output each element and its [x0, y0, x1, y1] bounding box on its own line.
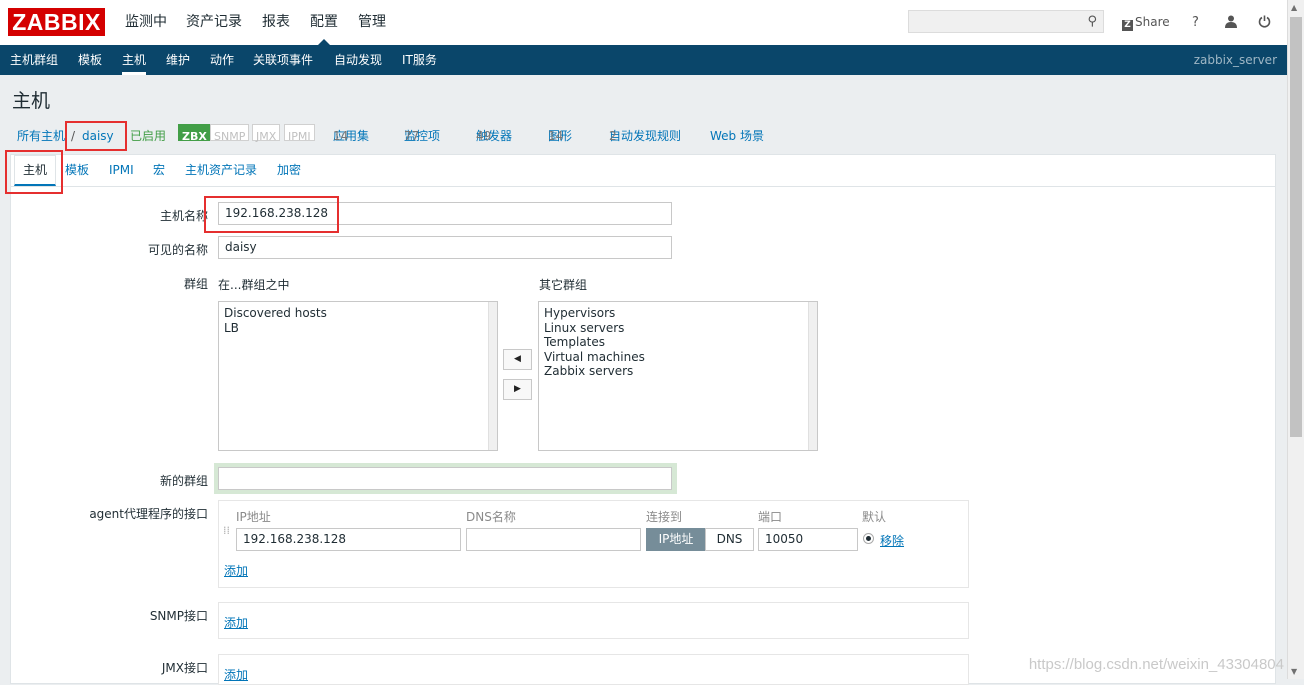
list-item[interactable]: Virtual machines: [544, 350, 812, 365]
jmx-interfaces-label: JMX接口: [161, 661, 208, 675]
col-default-header: 默认: [862, 510, 887, 524]
search-input[interactable]: ⚲: [908, 10, 1104, 33]
default-radio[interactable]: [863, 533, 874, 544]
radio-dot: [866, 536, 871, 541]
badge-zbx: ZBX: [178, 124, 211, 143]
visible-name-input[interactable]: daisy: [218, 236, 672, 259]
remove-interface-link[interactable]: 移除: [880, 532, 904, 549]
user-profile-icon[interactable]: [1225, 0, 1237, 45]
share-button[interactable]: Z Share: [1122, 0, 1170, 45]
scrollbar-thumb[interactable]: [1290, 17, 1302, 437]
scroll-up-icon[interactable]: ▲: [1291, 3, 1297, 12]
host-tabs: 主机 模板 IPMI 宏 主机资产记录 加密: [11, 155, 1275, 187]
tab-macros[interactable]: 宏: [153, 155, 165, 186]
badge-jmx: JMX: [252, 124, 281, 143]
other-groups-label: 其它群组: [539, 278, 588, 292]
list-item[interactable]: LB: [224, 321, 492, 336]
breadcrumb-all-hosts[interactable]: 所有主机: [17, 124, 65, 148]
list-item[interactable]: Linux servers: [544, 321, 812, 336]
server-name: zabbix_server: [1193, 53, 1277, 67]
agent-dns-input[interactable]: [466, 528, 641, 551]
subnav-host-groups[interactable]: 主机群组: [10, 45, 58, 75]
tab-host[interactable]: 主机: [14, 155, 57, 186]
breadcrumb: 所有主机 / daisy 已启用 ZBX SNMP JMX IPMI 应用集 1…: [0, 124, 1287, 148]
breadcrumb-separator: /: [71, 129, 76, 143]
col-dns-header: DNS名称: [466, 510, 516, 524]
badge-ipmi: IPMI: [284, 124, 315, 143]
nav-reports[interactable]: 报表: [262, 0, 290, 45]
subnav-discovery[interactable]: 自动发现: [334, 45, 382, 75]
agent-ip-input[interactable]: 192.168.238.128: [236, 528, 461, 551]
breadcrumb-current-host[interactable]: daisy: [82, 124, 114, 148]
host-status[interactable]: 已启用: [130, 124, 166, 148]
new-group-input[interactable]: [218, 467, 672, 490]
subnav-it-services[interactable]: IT服务: [402, 45, 437, 75]
move-left-button[interactable]: ◀: [503, 349, 532, 370]
nav-monitoring[interactable]: 监测中: [125, 0, 167, 45]
snmp-interfaces-panel: 添加: [218, 602, 969, 639]
list-item[interactable]: Zabbix servers: [544, 364, 812, 379]
subnav-templates[interactable]: 模板: [78, 45, 102, 75]
col-port-header: 端口: [758, 510, 783, 524]
add-agent-interface-link[interactable]: 添加: [224, 562, 248, 579]
arrow-right-icon: ▶: [514, 384, 521, 394]
connect-dns-button[interactable]: DNS: [705, 528, 754, 551]
list-item[interactable]: Templates: [544, 335, 812, 350]
listbox-scrollbar[interactable]: [488, 302, 497, 450]
visible-name-label: 可见的名称: [147, 243, 208, 257]
nav-inventory[interactable]: 资产记录: [186, 0, 242, 45]
host-form-card: 主机 模板 IPMI 宏 主机资产记录 加密 主机名称 192.168.238.…: [10, 154, 1276, 685]
sub-nav: 主机群组 模板 主机 维护 动作 关联项事件 自动发现 IT服务 zabbix_…: [0, 45, 1287, 75]
move-right-button[interactable]: ▶: [503, 379, 532, 400]
logout-icon[interactable]: [1258, 0, 1271, 45]
in-groups-listbox[interactable]: Discovered hosts LB: [218, 301, 498, 451]
watermark: https://blog.csdn.net/weixin_43304804: [1028, 656, 1284, 673]
list-item[interactable]: Discovered hosts: [224, 306, 492, 321]
subnav-correlations[interactable]: 关联项事件: [253, 45, 313, 75]
col-connect-header: 连接到: [646, 510, 683, 524]
drag-handle-icon[interactable]: ⁞⁞: [223, 525, 230, 536]
subnav-maintenance[interactable]: 维护: [166, 45, 190, 75]
nav-administration[interactable]: 管理: [358, 0, 386, 45]
list-item[interactable]: Hypervisors: [544, 306, 812, 321]
new-group-label: 新的群组: [159, 474, 208, 488]
zabbix-logo[interactable]: ZABBIX: [8, 8, 105, 36]
scroll-down-icon[interactable]: ▼: [1291, 667, 1297, 676]
other-groups-listbox[interactable]: Hypervisors Linux servers Templates Virt…: [538, 301, 818, 451]
host-name-label: 主机名称: [159, 209, 208, 223]
tab-encryption[interactable]: 加密: [277, 155, 301, 186]
subnav-actions[interactable]: 动作: [210, 45, 234, 75]
subnav-hosts[interactable]: 主机: [122, 45, 147, 75]
groups-label: 群组: [183, 277, 208, 291]
connect-ip-button[interactable]: IP地址: [646, 528, 706, 551]
in-groups-label: 在...群组之中: [218, 278, 290, 292]
help-icon[interactable]: ?: [1192, 0, 1199, 45]
listbox-scrollbar[interactable]: [808, 302, 817, 450]
agent-interfaces-label: agent代理程序的接口: [89, 507, 208, 521]
snmp-interfaces-label: SNMP接口: [149, 609, 208, 623]
search-icon[interactable]: ⚲: [1087, 14, 1097, 29]
jmx-interfaces-panel: 添加: [218, 654, 969, 685]
arrow-left-icon: ◀: [514, 354, 521, 364]
agent-interfaces-panel: IP地址 DNS名称 连接到 端口 默认 ⁞⁞ 192.168.238.128 …: [218, 500, 969, 588]
agent-port-input[interactable]: 10050: [758, 528, 858, 551]
page-scrollbar[interactable]: ▲ ▼: [1287, 0, 1304, 679]
zabbix-share-icon: Z: [1122, 20, 1133, 31]
top-header: ZABBIX 监测中 资产记录 报表 配置 管理 ⚲ Z Share ?: [0, 0, 1287, 45]
tab-host-inventory[interactable]: 主机资产记录: [185, 155, 257, 186]
tab-templates[interactable]: 模板: [65, 155, 89, 186]
host-name-input[interactable]: 192.168.238.128: [218, 202, 672, 225]
add-jmx-interface-link[interactable]: 添加: [224, 666, 248, 683]
nav-configuration[interactable]: 配置: [310, 0, 338, 45]
col-ip-header: IP地址: [236, 510, 271, 524]
tab-ipmi[interactable]: IPMI: [109, 155, 134, 186]
page-title: 主机: [12, 90, 51, 112]
add-snmp-interface-link[interactable]: 添加: [224, 614, 248, 631]
badge-snmp: SNMP: [210, 124, 250, 143]
